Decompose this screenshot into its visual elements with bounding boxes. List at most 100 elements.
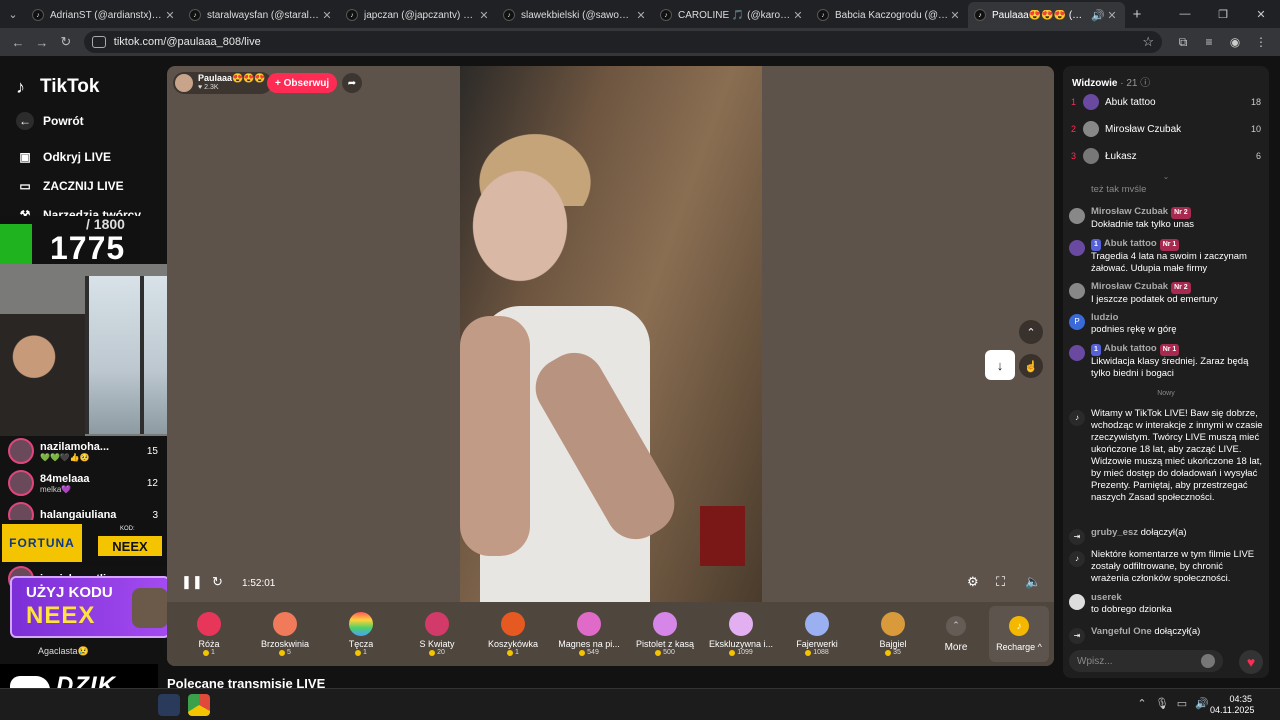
steam-icon[interactable] (158, 694, 180, 716)
gift-item[interactable]: Pistolet z kasą 500 (627, 612, 703, 656)
live-tv-icon: ▣ (19, 150, 31, 164)
minimize-icon[interactable]: — (1166, 8, 1204, 21)
top-viewer-row[interactable]: 1 Abuk tattoo 18 (1071, 94, 1261, 110)
chat-message[interactable]: 1 Abuk tattoo Nr 1 Likwidacja klasy średnie… (1069, 343, 1263, 380)
message-text: Tragedia 4 lata na swoim i zaczynam żało… (1091, 251, 1247, 274)
microphone-icon[interactable]: 🎙 (1152, 697, 1172, 710)
close-icon[interactable]: ✕ (791, 9, 805, 22)
speaker-icon[interactable]: 🔊 (1091, 9, 1105, 22)
gift-price: 549 (587, 649, 599, 656)
join-message: ⇥ gruby_esz dołączył(a) (1069, 527, 1263, 545)
gift-item[interactable]: Magnes na pi... 549 (551, 612, 627, 656)
close-icon[interactable]: ✕ (163, 9, 177, 22)
host-info[interactable]: Paulaaa😍😍😍 ♥ 2.3K (173, 72, 272, 94)
message-author: Mirosław Czubak (1091, 281, 1169, 292)
network-icon[interactable]: ▭ (1172, 697, 1192, 710)
gift-item[interactable]: Tęcza 1 (323, 612, 399, 656)
browser-tab[interactable]: ♪ Babcia Kaczogrodu (@balbinka✕ (811, 2, 968, 28)
gift-item[interactable]: Fajerwerki 1088 (779, 612, 855, 656)
chevron-up-icon[interactable]: ⌃ (1019, 320, 1043, 344)
close-window-icon[interactable]: ✕ (1242, 8, 1280, 21)
close-icon[interactable]: ✕ (1105, 9, 1119, 22)
follow-button[interactable]: + Obserwuj (267, 73, 338, 93)
host-likes: ♥ 2.3K (198, 84, 219, 91)
expand-chevron-icon[interactable]: ⌄ (1063, 172, 1269, 181)
gift-price: 35 (893, 649, 901, 656)
gift-item[interactable]: Koszykówka 1 (475, 612, 551, 656)
live-player[interactable]: Paulaaa😍😍😍 ♥ 2.3K + Obserwuj ➦ ⌃ ↓ ☝ ❚❚ ↻… (167, 66, 1054, 666)
share-icon[interactable]: ➦ (342, 73, 362, 93)
hand-cursor-icon[interactable]: ☝ (1019, 354, 1043, 378)
gift-item[interactable]: Bajgiel 35 (855, 612, 931, 656)
help-icon[interactable]: ⓘ (1140, 78, 1150, 89)
close-icon[interactable]: ✕ (634, 9, 648, 22)
new-tab-button[interactable]: + (1125, 6, 1149, 23)
forward-icon[interactable]: → (30, 35, 54, 50)
promo-code-overlay: UŻYJ KODU NEEX (10, 576, 170, 638)
system-text: Witamy w TikTok LIVE! Baw się dobrze, wc… (1091, 408, 1263, 503)
restore-icon[interactable]: ❐ (1204, 8, 1242, 21)
media-icon[interactable]: ≡ (1196, 35, 1222, 50)
site-info-icon[interactable] (91, 36, 106, 48)
top-viewer-row[interactable]: 2 Mirosław Czubak 10 (1071, 121, 1261, 137)
reload-icon[interactable]: ↻ (54, 34, 78, 50)
chrome-icon[interactable] (188, 694, 210, 716)
bookmark-star-icon[interactable]: ☆ (1142, 34, 1154, 50)
settings-icon[interactable]: ⚙ (967, 574, 979, 590)
browser-tab[interactable]: ♪ staralwaysfan (@staralwaysfan)✕ (183, 2, 340, 28)
ranking-row[interactable]: nazilamoha... 💚💚🖤👍🥺 15 (8, 438, 158, 464)
tiktok-favicon-icon: ♪ (189, 9, 201, 21)
recharge-button[interactable]: ♪ Recharge ^ (989, 606, 1049, 662)
enter-icon: ⇥ (1069, 628, 1085, 644)
browser-tab-active[interactable]: ♪ Paulaaa😍😍😍 (@paulaa🔊✕ (968, 2, 1125, 28)
pause-icon[interactable]: ❚❚ (181, 574, 203, 590)
browser-tab[interactable]: ♪ AdrianST (@ardianstx) prowadz✕ (26, 2, 183, 28)
bagel-icon (881, 612, 905, 636)
rank: 1 (1071, 97, 1077, 107)
start-label: ZACZNIJ LIVE (43, 179, 124, 193)
back-icon[interactable]: ← (6, 35, 30, 50)
clock[interactable]: 04:35 04.11.2025 (1210, 694, 1254, 716)
browser-tab[interactable]: ♪ slawekbielski (@sawomirbielski✕ (497, 2, 654, 28)
profile-icon[interactable]: ◉ (1222, 35, 1248, 50)
gift-item[interactable]: S Kwiaty 20 (399, 612, 475, 656)
gift-name: Magnes na pi... (558, 639, 620, 649)
gift-item[interactable]: Ekskluzywna i... 1099 (703, 612, 779, 656)
chat-message[interactable]: P ludzio podnies rękę w górę (1069, 312, 1263, 336)
browser-tab[interactable]: ♪ CAROLINE 🎵 (@karolina.marc✕ (654, 2, 811, 28)
url-field[interactable]: tiktok.com/@paulaaa_808/live ☆ (83, 31, 1163, 53)
gift-price: 1099 (737, 649, 753, 656)
chat-message[interactable]: 1 Abuk tattoo Nr 1 Tragedia 4 lata na swoim… (1069, 238, 1263, 275)
emoji-icon[interactable] (1201, 654, 1215, 668)
volume-icon[interactable]: 🔈 (1025, 574, 1041, 590)
gift-name: Róża (198, 639, 220, 649)
browser-tab[interactable]: ♪ japczan (@japczantv) prowadzi✕ (340, 2, 497, 28)
extensions-icon[interactable]: ⧉ (1170, 35, 1196, 50)
chat-message[interactable]: Mirosław Czubak Nr 2I jeszcze podatek od … (1069, 281, 1263, 306)
chat-input[interactable]: Wpisz... (1069, 650, 1223, 672)
chat-message[interactable]: userek to dobrego dzionka (1069, 592, 1263, 616)
chevron-up-icon[interactable]: ⌃ (1132, 697, 1152, 710)
heart-icon[interactable]: ♥ (1239, 650, 1263, 674)
back-link[interactable]: ← Powrót (16, 112, 84, 130)
more-gifts-button[interactable]: ⌃ More (931, 615, 981, 653)
menu-icon[interactable]: ⋮ (1248, 35, 1274, 50)
volume-icon[interactable]: 🔊 (1192, 697, 1212, 710)
live-video[interactable] (460, 66, 762, 606)
close-icon[interactable]: ✕ (477, 9, 491, 22)
nav-discover-live[interactable]: ▣ Odkryj LIVE (16, 148, 111, 166)
system-tray: ⌃ 🎙 ▭ 🔊 (1132, 697, 1212, 710)
ranking-row[interactable]: 84melaaa melka💜 12 (8, 470, 158, 496)
fullscreen-icon[interactable]: ⛶ (996, 574, 1005, 590)
close-icon[interactable]: ✕ (320, 9, 334, 22)
chat-message[interactable]: Mirosław Czubak Nr 2 Dokładnie tak tylko u… (1069, 206, 1263, 231)
top-viewer-row[interactable]: 3 Łukasz 6 (1071, 148, 1261, 164)
refresh-icon[interactable]: ↻ (212, 574, 223, 590)
tiktok-logo[interactable]: ♪ TikTok (16, 76, 99, 98)
close-icon[interactable]: ✕ (948, 9, 962, 22)
gift-item[interactable]: Róża 1 (171, 612, 247, 656)
nav-start-live[interactable]: ▭ ZACZNIJ LIVE (16, 177, 124, 195)
tab-search-icon[interactable]: ⌄ (0, 0, 26, 28)
arrow-down-icon[interactable]: ↓ (985, 350, 1015, 380)
gift-item[interactable]: Brzoskwinia 5 (247, 612, 323, 656)
